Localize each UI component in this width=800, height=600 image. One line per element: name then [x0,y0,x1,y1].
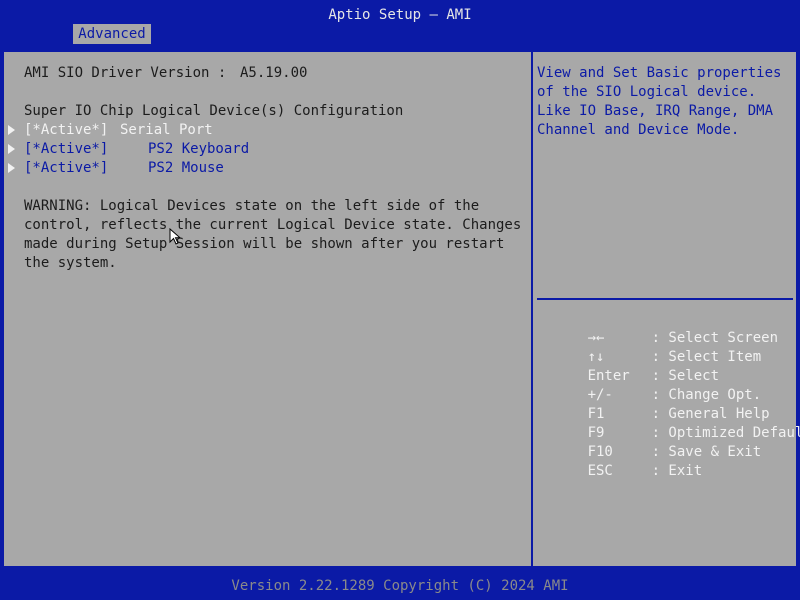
device-state: [*Active*] [24,141,109,157]
device-name: PS2 Mouse [148,160,224,176]
warning-line: made during Setup Session will be shown … [24,236,505,252]
warning-line: control, reflects the current Logical De… [24,217,522,233]
submenu-arrow-icon [8,144,15,154]
key-label: ESC [587,463,613,479]
submenu-arrow-icon [8,163,15,173]
device-name: Serial Port [120,122,213,138]
submenu-arrow-icon [8,125,15,135]
settings-pane: AMI SIO Driver Version : A5.19.00 Super … [4,52,531,566]
app-title: Aptio Setup – AMI [328,7,472,23]
warning-line: the system. [24,255,117,271]
key-hint-exit: ESC : Exit [537,443,703,479]
key-hint-select-item: ↑↓: Select Item [537,329,762,365]
title-bar: Aptio Setup – AMI Advanced [0,0,800,44]
key-hint-change-opt: +/-: Change Opt. [537,367,762,403]
device-state: [*Active*] [24,160,109,176]
key-hint-enter: Enter: Select [537,348,719,384]
warning-line: WARNING: Logical Devices state on the le… [24,198,480,214]
help-text: View and Set Basic properties of the SIO… [537,65,782,138]
tab-advanced[interactable]: Advanced [73,24,151,44]
key-hint-general-help: F1: General Help [537,386,770,422]
help-pane: View and Set Basic properties of the SIO… [533,52,800,566]
driver-version-label: AMI SIO Driver Version : [24,65,227,81]
mouse-pointer-icon [169,228,181,245]
driver-version-value: A5.19.00 [240,65,308,81]
key-hint-optimized-defaults: F9: Optimized Defaults [537,405,800,441]
setup-frame: AMI SIO Driver Version : A5.19.00 Super … [3,51,800,567]
key-hint-select-screen: →←: Select Screen [537,310,778,346]
device-name: PS2 Keyboard [148,141,250,157]
version-text: Version 2.22.1289 Copyright (C) 2024 AMI [231,578,569,594]
help-divider [537,298,793,300]
key-hint-save-exit: F10: Save & Exit [537,424,762,460]
device-state: [*Active*] [24,122,109,138]
status-bar: Version 2.22.1289 Copyright (C) 2024 AMI [0,576,800,600]
section-heading: Super IO Chip Logical Device(s) Configur… [24,103,404,119]
key-desc: : Exit [651,463,703,479]
